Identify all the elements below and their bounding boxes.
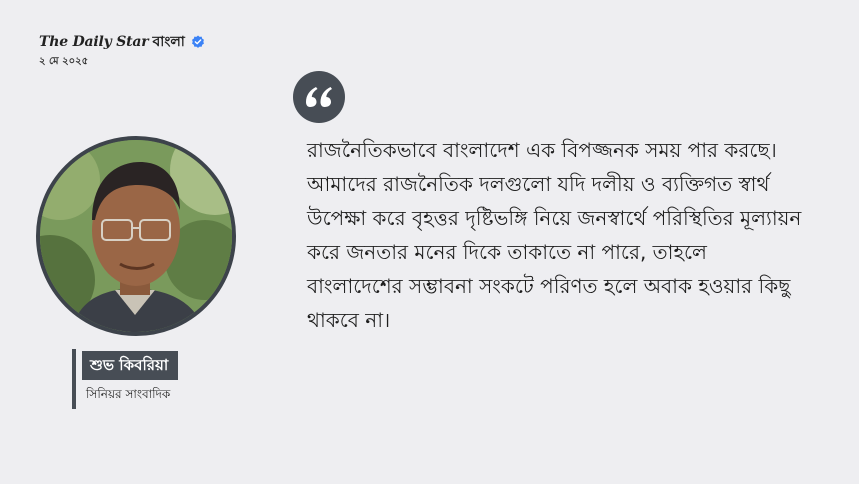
verified-badge-icon xyxy=(191,35,204,48)
speaker-info: শুভ কিবরিয়া সিনিয়র সাংবাদিক xyxy=(72,349,212,409)
speaker-photo xyxy=(36,136,236,336)
speaker-name: শুভ কিবরিয়া xyxy=(82,351,179,380)
brand-logo: The Daily Star xyxy=(39,34,149,50)
speaker-role: সিনিয়র সাংবাদিক xyxy=(86,387,171,401)
quote-mark-icon xyxy=(293,71,345,123)
brand-bangla-label: বাংলা xyxy=(152,34,185,50)
post-date: ২ মে ২০২৫ xyxy=(39,56,89,67)
quote-text: রাজনৈতিকভাবে বাংলাদেশ এক বিপজ্জনক সময় প… xyxy=(307,138,802,332)
brand-header: The Daily Star বাংলা xyxy=(39,33,205,51)
name-accent-bar xyxy=(72,349,76,409)
